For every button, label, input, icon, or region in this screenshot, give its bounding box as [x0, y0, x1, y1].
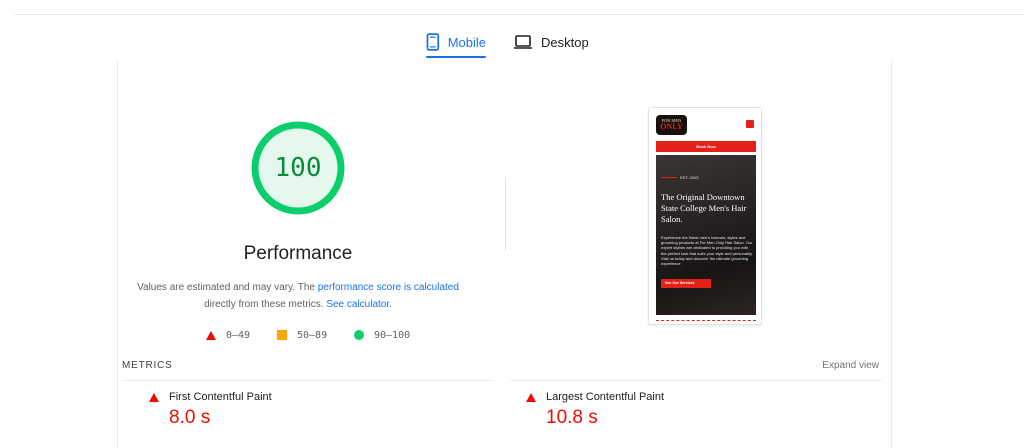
metrics-divider-left: [122, 380, 494, 381]
average-square-icon: [277, 330, 287, 340]
tab-desktop-label: Desktop: [541, 34, 589, 50]
see-calculator-link[interactable]: See calculator.: [326, 299, 392, 310]
expand-view-button[interactable]: Expand view: [822, 360, 879, 371]
tab-desktop[interactable]: Desktop: [513, 24, 593, 60]
tab-mobile-label: Mobile: [447, 34, 486, 50]
legend-average: 50–89: [277, 328, 327, 342]
metrics-divider-right: [510, 380, 882, 381]
score-note: Values are estimated and may vary. The p…: [130, 279, 466, 313]
tab-mobile[interactable]: Mobile: [426, 24, 486, 60]
performance-score: 100: [274, 153, 322, 183]
site-hero: EST. 2005 The Original Downtown State Co…: [656, 155, 756, 315]
device-tabs: Mobile Desktop: [0, 24, 1024, 60]
site-logo: FOR MEN ONLY: [656, 115, 687, 135]
legend-pass: 90–100: [354, 328, 410, 342]
site-headline: The Original Downtown State College Men'…: [661, 192, 747, 224]
site-est-text: EST. 2005: [680, 175, 699, 180]
metric-value: 10.8 s: [546, 407, 598, 428]
site-body: Experience the finest men's haircuts, st…: [661, 235, 753, 267]
note-middle: directly from these metrics.: [204, 299, 327, 310]
site-dashed-line: [656, 320, 756, 321]
category-title: Performance: [243, 243, 353, 264]
legend-pass-label: 90–100: [374, 329, 411, 341]
metric-value: 8.0 s: [169, 407, 211, 428]
note-prefix: Values are estimated and may vary. The: [137, 282, 318, 293]
site-cta-button: See Our Services: [661, 279, 711, 288]
metrics-heading: METRICS: [122, 360, 173, 371]
pass-circle-icon: [354, 330, 364, 340]
site-logo-main: ONLY: [660, 122, 683, 131]
metric-label: Largest Contentful Paint: [546, 391, 665, 403]
fail-triangle-icon: [526, 392, 536, 402]
site-menu-icon: [746, 120, 754, 128]
legend-average-label: 50–89: [297, 329, 328, 341]
section-divider: [505, 177, 506, 251]
legend-fail-label: 0–49: [226, 329, 251, 341]
metric-largest-contentful-paint: Largest Contentful Paint 10.8 s: [526, 391, 664, 429]
site-book-button: Book Now: [656, 141, 756, 152]
fail-triangle-icon: [149, 392, 159, 402]
smartphone-icon: [426, 33, 440, 51]
top-divider: [14, 14, 1024, 15]
fail-triangle-icon: [206, 330, 216, 340]
laptop-icon: [514, 35, 532, 49]
metric-label: First Contentful Paint: [169, 391, 272, 403]
metric-first-contentful-paint: First Contentful Paint 8.0 s: [149, 391, 272, 429]
active-tab-indicator: [426, 56, 486, 58]
legend-fail: 0–49: [206, 328, 250, 342]
site-est: EST. 2005: [661, 175, 698, 180]
performance-score-link[interactable]: performance score is calculated: [318, 282, 459, 293]
final-screenshot-thumbnail[interactable]: FOR MEN ONLY Book Now EST. 2005 The Orig…: [648, 107, 762, 325]
